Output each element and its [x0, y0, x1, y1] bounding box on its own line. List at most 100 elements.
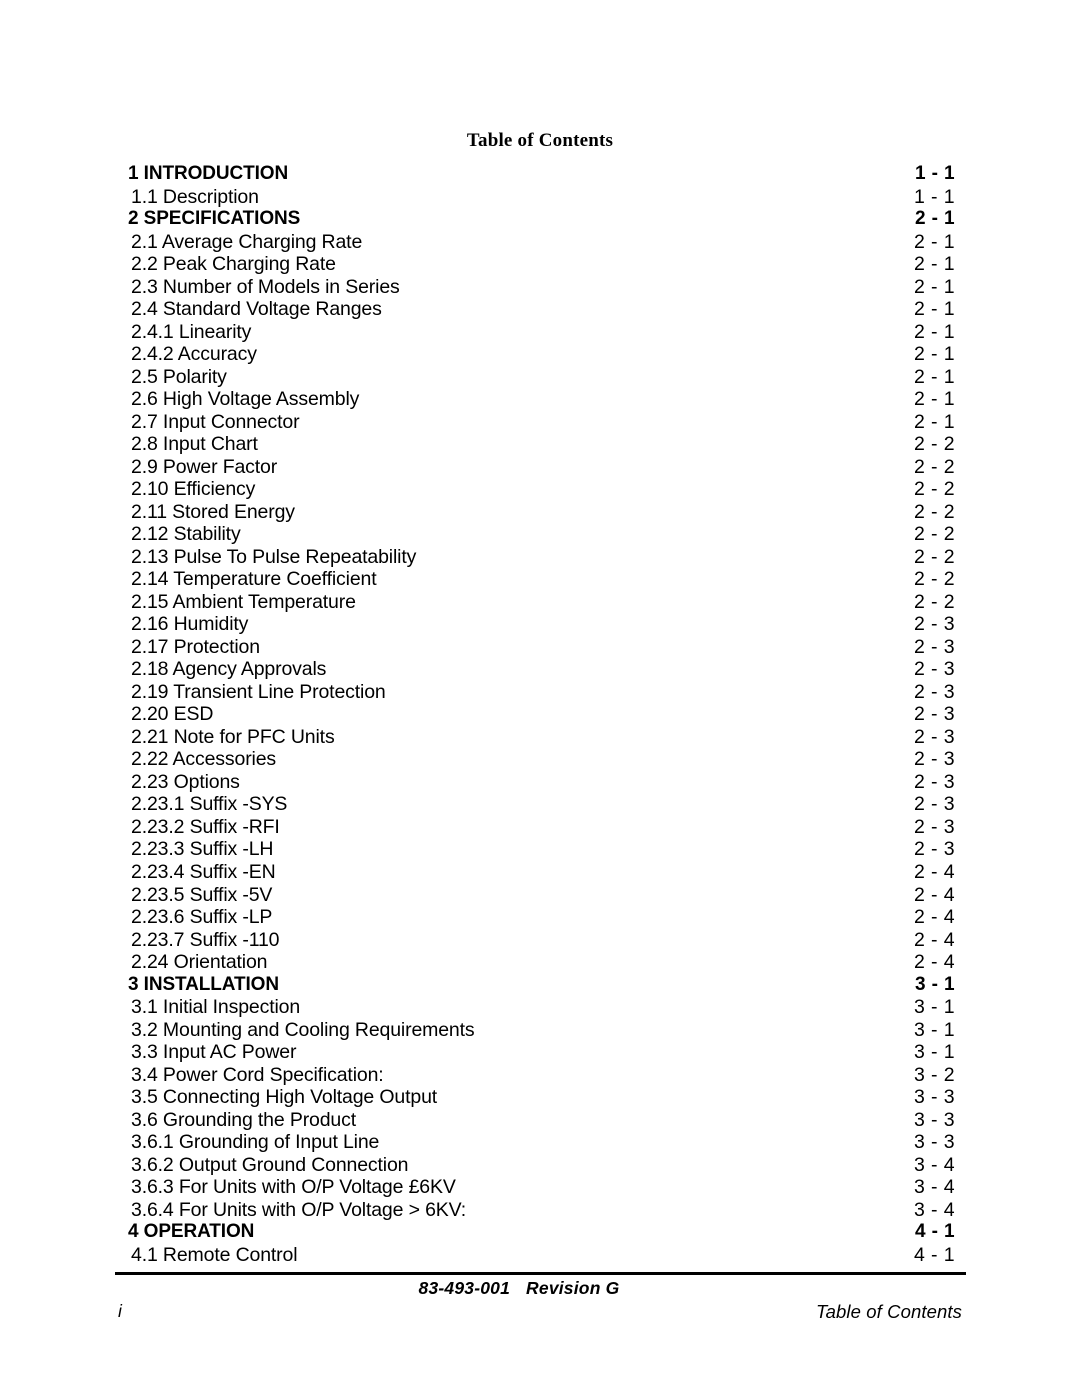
toc-entry[interactable]: 2.23.3 Suffix -LH 2 - 3	[131, 838, 955, 861]
toc-entry[interactable]: 2.14 Temperature Coefficient 2 - 2	[131, 568, 955, 591]
toc-entry[interactable]: 3.5 Connecting High Voltage Output 3 - 3	[131, 1086, 955, 1109]
toc-entry-label: 3.4 Power Cord Specification:	[131, 1063, 384, 1086]
toc-entry-label: 3.2 Mounting and Cooling Requirements	[131, 1018, 475, 1041]
toc-entry[interactable]: 3.1 Initial Inspection 3 - 1	[131, 996, 955, 1019]
toc-entry-label: 2.16 Humidity	[131, 613, 249, 636]
toc-entry-page-number: 3 - 3	[913, 1086, 955, 1109]
toc-entry-label: 3.1 Initial Inspection	[131, 996, 301, 1019]
toc-entry-page-number: 2 - 4	[913, 951, 955, 974]
toc-entry-page-number: 2 - 2	[913, 455, 955, 478]
toc-entry-page-number: 2 - 3	[913, 815, 955, 838]
toc-entry-page-number: 2 - 3	[913, 635, 955, 658]
toc-entry-page-number: 2 - 2	[913, 523, 955, 546]
toc-entry-label: 2.23.2 Suffix -RFI	[131, 815, 280, 838]
toc-entry[interactable]: 2.19 Transient Line Protection 2 - 3	[131, 681, 955, 704]
toc-entry[interactable]: 1.1 Description 1 - 1	[131, 186, 955, 209]
toc-entry-page-number: 3 - 2	[913, 1063, 955, 1086]
toc-entry[interactable]: 3.6.1 Grounding of Input Line 3 - 3	[131, 1131, 955, 1154]
toc-entry[interactable]: 4.1 Remote Control 4 - 1	[131, 1244, 955, 1267]
toc-entry[interactable]: 3.6.3 For Units with O/P Voltage £6KV 3 -…	[131, 1176, 955, 1199]
toc-entry-label: 2.5 Polarity	[131, 365, 227, 388]
toc-entry[interactable]: 3.4 Power Cord Specification: 3 - 2	[131, 1064, 955, 1087]
toc-entry-label: 2.12 Stability	[131, 523, 241, 546]
toc-entry[interactable]: 2.5 Polarity 2 - 1	[131, 366, 955, 389]
toc-entry[interactable]: 2.1 Average Charging Rate 2 - 1	[131, 231, 955, 254]
toc-entry-label: 2.8 Input Chart	[131, 433, 258, 456]
toc-entry-page-number: 3 - 4	[913, 1176, 955, 1199]
toc-entry[interactable]: 2.23.4 Suffix -EN 2 - 4	[131, 861, 955, 884]
toc-entry[interactable]: 2.7 Input Connector 2 - 1	[131, 411, 955, 434]
toc-entry-page-number: 3 - 3	[913, 1131, 955, 1154]
toc-entry[interactable]: 1 INTRODUCTION 1 - 1	[128, 163, 955, 186]
toc-entry[interactable]: 2.12 Stability 2 - 2	[131, 523, 955, 546]
toc-entry[interactable]: 3.6.4 For Units with O/P Voltage > 6KV: 3…	[131, 1199, 955, 1222]
toc-entry[interactable]: 3.6 Grounding the Product 3 - 3	[131, 1109, 955, 1132]
toc-entry[interactable]: 2.8 Input Chart 2 - 2	[131, 433, 955, 456]
toc-entry-page-number: 2 - 3	[913, 838, 955, 861]
toc-entry-page-number: 4 - 1	[914, 1221, 955, 1243]
toc-entry[interactable]: 2.15 Ambient Temperature 2 - 2	[131, 591, 955, 614]
toc-entry[interactable]: 3.2 Mounting and Cooling Requirements 3 -…	[131, 1019, 955, 1042]
toc-entry-label: 2.23.5 Suffix -5V	[131, 883, 273, 906]
footer-page-number: i	[118, 1301, 122, 1321]
toc-entry-label: 2.1 Average Charging Rate	[131, 230, 363, 253]
toc-entry[interactable]: 2.20 ESD 2 - 3	[131, 703, 955, 726]
toc-entry[interactable]: 2.4 Standard Voltage Ranges 2 - 1	[131, 298, 955, 321]
toc-entry[interactable]: 2.13 Pulse To Pulse Repeatability 2 - 2	[131, 546, 955, 569]
toc-entry-label: 1.1 Description	[131, 185, 259, 208]
footer-document-number: 83-493-001	[418, 1278, 511, 1298]
toc-entry[interactable]: 2.23.7 Suffix -110 2 - 4	[131, 929, 955, 952]
footer-document-id: 83-493-001 Revision G	[0, 1278, 1080, 1299]
toc-entry-page-number: 2 - 1	[913, 298, 955, 321]
toc-entry[interactable]: 2.23.2 Suffix -RFI 2 - 3	[131, 816, 955, 839]
toc-entry-label: 2.2 Peak Charging Rate	[131, 253, 336, 276]
toc-entry[interactable]: 2.10 Efficiency 2 - 2	[131, 478, 955, 501]
footer-revision: Revision G	[526, 1278, 620, 1298]
toc-entry-label: 2.17 Protection	[131, 635, 260, 658]
toc-entry[interactable]: 3.6.2 Output Ground Connection 3 - 4	[131, 1154, 955, 1177]
toc-entry-page-number: 2 - 2	[913, 568, 955, 591]
toc-entry[interactable]: 2.23 Options 2 - 3	[131, 771, 955, 794]
toc-entry[interactable]: 2.16 Humidity 2 - 3	[131, 613, 955, 636]
toc-entry[interactable]: 3.3 Input AC Power 3 - 1	[131, 1041, 955, 1064]
toc-entry-label: 2.4.1 Linearity	[131, 320, 252, 343]
toc-entry[interactable]: 3 INSTALLATION 3 - 1	[128, 973, 955, 997]
toc-entry[interactable]: 2.4.2 Accuracy 2 - 1	[131, 343, 955, 366]
toc-entry-page-number: 2 - 4	[913, 906, 955, 929]
toc-entry[interactable]: 2.21 Note for PFC Units 2 - 3	[131, 726, 955, 749]
toc-entry-label: 2.23.3 Suffix -LH	[131, 838, 274, 861]
toc-entry-page-number: 3 - 1	[913, 996, 955, 1019]
toc-entry-page-number: 2 - 2	[913, 478, 955, 501]
toc-entry[interactable]: 2.23.5 Suffix -5V 2 - 4	[131, 884, 955, 907]
toc-entry[interactable]: 2.4.1 Linearity 2 - 1	[131, 321, 955, 344]
toc-entry-page-number: 2 - 2	[913, 545, 955, 568]
toc-entry-page-number: 1 - 1	[913, 185, 955, 208]
toc-entry[interactable]: 2.22 Accessories 2 - 3	[131, 748, 955, 771]
toc-entry[interactable]: 2.24 Orientation 2 - 4	[131, 951, 955, 974]
toc-entry[interactable]: 2 SPECIFICATIONS 2 - 1	[128, 208, 955, 231]
toc-entry-page-number: 2 - 1	[913, 410, 955, 433]
toc-entry[interactable]: 2.2 Peak Charging Rate 2 - 1	[131, 253, 955, 276]
toc-entry[interactable]: 2.3 Number of Models in Series 2 - 1	[131, 276, 955, 299]
footer-divider	[115, 1272, 966, 1275]
toc-entry[interactable]: 2.6 High Voltage Assembly 2 - 1	[131, 388, 955, 411]
toc-entry[interactable]: 2.23.1 Suffix -SYS 2 - 3	[131, 793, 955, 816]
toc-entry-page-number: 3 - 1	[914, 973, 955, 995]
toc-entry[interactable]: 2.9 Power Factor 2 - 2	[131, 456, 955, 479]
toc-entry-label: 2.24 Orientation	[131, 951, 268, 974]
toc-entry[interactable]: 2.18 Agency Approvals 2 - 3	[131, 658, 955, 681]
toc-entry-label: 2.21 Note for PFC Units	[131, 725, 335, 748]
toc-entry-label: 2.23 Options	[131, 770, 240, 793]
toc-entry[interactable]: 2.23.6 Suffix -LP 2 - 4	[131, 906, 955, 929]
toc-entry[interactable]: 4 OPERATION 4 - 1	[128, 1221, 955, 1244]
toc-entry-label: 2.3 Number of Models in Series	[131, 275, 400, 298]
toc-entry-label: 2.23.1 Suffix -SYS	[131, 793, 288, 816]
toc-entry-label: 2.23.6 Suffix -LP	[131, 906, 273, 929]
toc-entry-label: 2.9 Power Factor	[131, 455, 278, 478]
toc-entry-label: 2.23.7 Suffix -110	[131, 928, 280, 951]
toc-entry[interactable]: 2.17 Protection 2 - 3	[131, 636, 955, 659]
toc-entry[interactable]: 2.11 Stored Energy 2 - 2	[131, 501, 955, 524]
toc-entry-label: 2.4 Standard Voltage Ranges	[131, 298, 382, 321]
toc-entry-page-number: 2 - 3	[913, 793, 955, 816]
toc-entry-label: 2.23.4 Suffix -EN	[131, 860, 276, 883]
